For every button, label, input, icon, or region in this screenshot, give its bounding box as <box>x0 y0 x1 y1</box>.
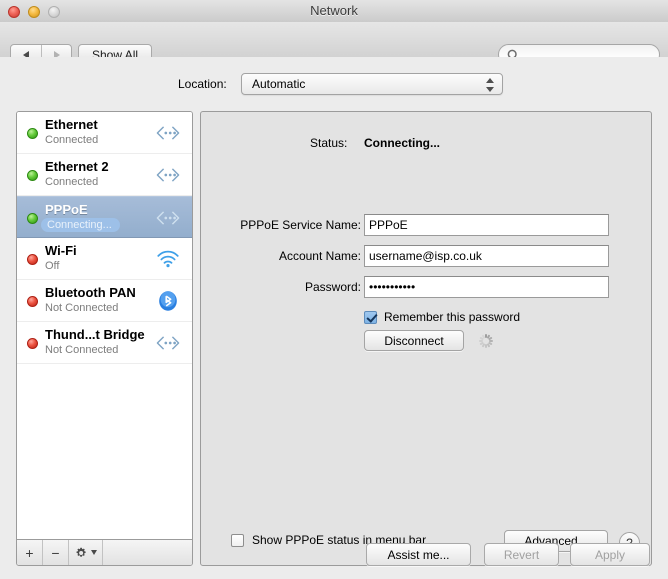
location-row: Location: Automatic <box>0 73 668 97</box>
bottom-button-bar: Assist me... Revert Apply <box>0 543 668 567</box>
location-label: Location: <box>178 77 227 91</box>
password-input[interactable] <box>364 276 609 298</box>
service-status: Connected <box>45 134 99 146</box>
bluetooth-icon <box>159 291 177 311</box>
status-dot-icon <box>27 213 38 224</box>
ethernet-icon <box>156 168 180 182</box>
service-name-label: PPPoE Service Name: <box>240 218 361 232</box>
status-dot-icon <box>27 338 38 349</box>
service-status: Not Connected <box>45 302 119 314</box>
list-item[interactable]: Bluetooth PAN Not Connected <box>17 280 192 322</box>
location-select[interactable]: Automatic <box>241 73 503 95</box>
disconnect-button[interactable]: Disconnect <box>364 330 464 351</box>
service-name: PPPoE <box>45 202 88 217</box>
list-item-selected[interactable]: PPPoE Connecting... <box>17 196 192 238</box>
service-name-row: PPPoE Service Name: <box>201 214 651 236</box>
status-dot-icon <box>27 296 38 307</box>
service-status: Connecting... <box>41 218 120 232</box>
service-name: Wi-Fi <box>45 243 77 258</box>
remember-password-label: Remember this password <box>384 310 521 324</box>
password-label: Password: <box>304 280 361 294</box>
disconnect-row: Disconnect <box>364 330 494 351</box>
location-selected-value: Automatic <box>252 77 306 91</box>
account-name-row: Account Name: <box>201 245 651 267</box>
status-dot-icon <box>27 128 38 139</box>
ethernet-icon <box>156 126 180 140</box>
assist-me-button[interactable]: Assist me... <box>366 543 471 566</box>
network-services-sidebar: Ethernet Connected Ethernet 2 Connected <box>16 111 193 566</box>
network-services-list[interactable]: Ethernet Connected Ethernet 2 Connected <box>17 112 192 539</box>
status-dot-icon <box>27 170 38 181</box>
remember-password-checkbox[interactable] <box>364 310 377 324</box>
wifi-icon <box>157 250 179 268</box>
network-preferences-window: Network Show All Location: Automatic Eth… <box>0 0 668 579</box>
title-bar: Network <box>0 0 668 23</box>
revert-button[interactable]: Revert <box>484 543 559 566</box>
pppoe-detail-pane: Status: Connecting... PPPoE Service Name… <box>200 111 652 566</box>
status-value: Connecting... <box>364 136 440 150</box>
list-item[interactable]: Ethernet 2 Connected <box>17 154 192 196</box>
service-name: Ethernet <box>45 117 98 132</box>
list-item[interactable]: Thund...t Bridge Not Connected <box>17 322 192 364</box>
toolbar: Show All <box>0 22 668 67</box>
account-name-input[interactable] <box>364 245 609 267</box>
ethernet-icon <box>156 211 180 225</box>
service-status: Not Connected <box>45 344 119 356</box>
service-name: Ethernet 2 <box>45 159 109 174</box>
popup-arrows-icon <box>486 78 495 92</box>
apply-button[interactable]: Apply <box>570 543 650 566</box>
progress-spinner-icon <box>478 333 494 349</box>
service-name: Thund...t Bridge <box>45 327 145 342</box>
service-status: Off <box>45 260 60 272</box>
remember-password-row[interactable]: Remember this password <box>364 308 520 326</box>
ethernet-icon <box>156 336 180 350</box>
password-row: Password: <box>201 276 651 298</box>
service-status: Connected <box>45 176 99 188</box>
list-item[interactable]: Ethernet Connected <box>17 112 192 154</box>
content-area: Location: Automatic Ethernet Connected E… <box>0 57 668 579</box>
account-name-label: Account Name: <box>278 249 361 263</box>
service-name-input[interactable] <box>364 214 609 236</box>
status-dot-icon <box>27 254 38 265</box>
window-title: Network <box>310 3 358 18</box>
list-item[interactable]: Wi-Fi Off <box>17 238 192 280</box>
service-name: Bluetooth PAN <box>45 285 136 300</box>
status-label: Status: <box>310 136 348 150</box>
